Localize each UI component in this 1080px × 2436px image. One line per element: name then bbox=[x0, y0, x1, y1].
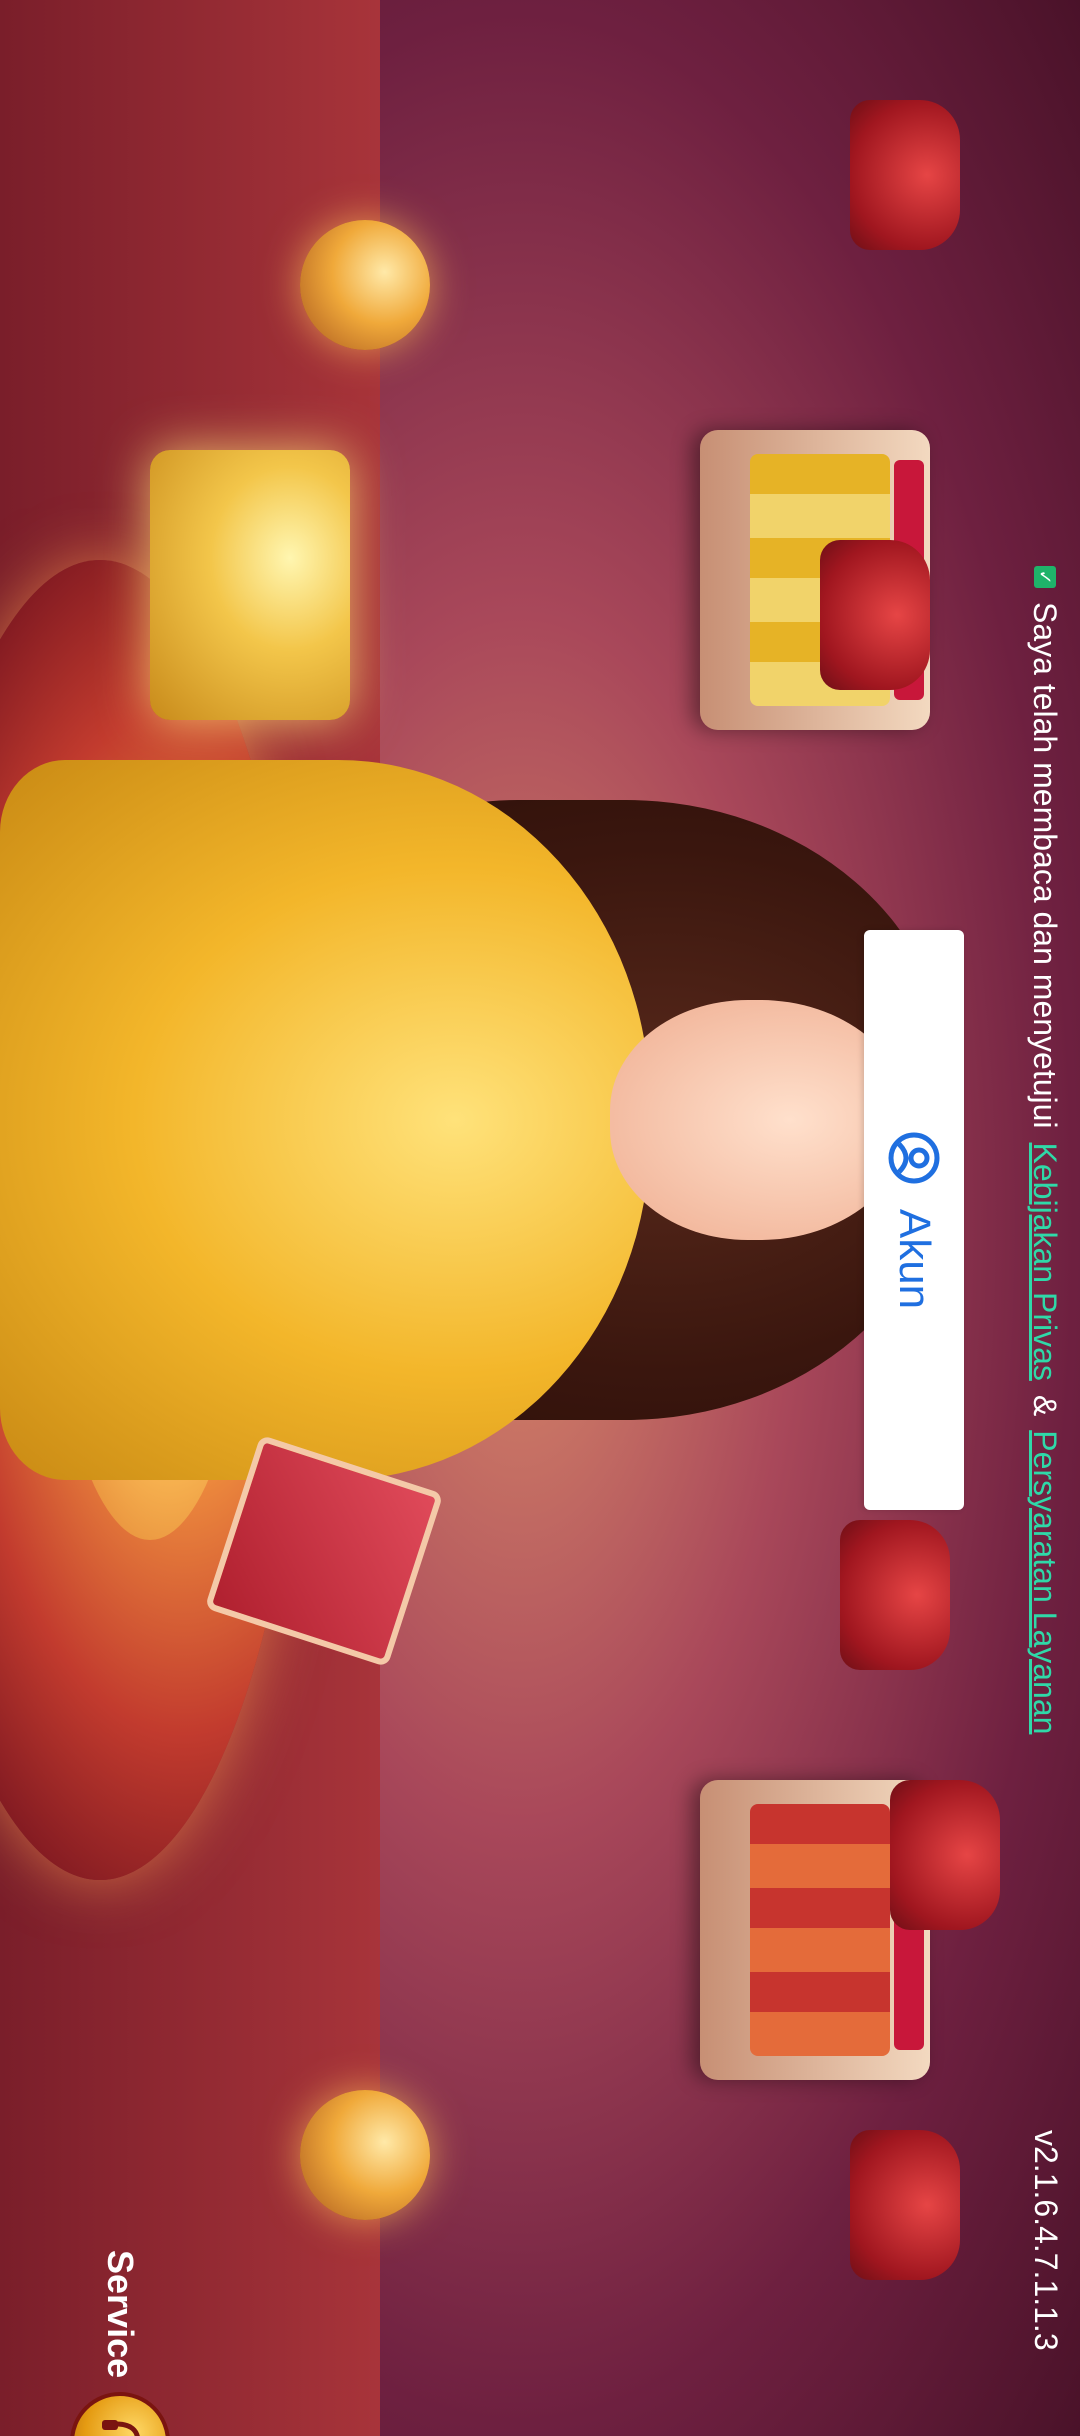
slot-machine-screen bbox=[750, 1804, 890, 2056]
chair bbox=[840, 1520, 950, 1670]
service-label: Service bbox=[100, 2250, 141, 2379]
headset-icon bbox=[70, 2392, 170, 2436]
service-button[interactable]: Service bbox=[70, 2250, 170, 2436]
consent-joiner: & bbox=[1027, 1394, 1064, 1417]
chair bbox=[850, 2130, 960, 2280]
account-login-button[interactable]: Akun bbox=[864, 930, 964, 1510]
landscape-canvas: ✓ Saya telah membaca dan menyetujui Kebi… bbox=[0, 0, 1080, 2436]
lamp bbox=[300, 2090, 430, 2220]
character-dress bbox=[0, 760, 650, 1480]
chair bbox=[850, 100, 960, 250]
lamp bbox=[300, 220, 430, 350]
consent-checkbox[interactable]: ✓ bbox=[1034, 566, 1056, 588]
chair bbox=[890, 1780, 1000, 1930]
account-icon bbox=[887, 1131, 941, 1185]
account-login-label: Akun bbox=[890, 1208, 939, 1310]
version-label: v2.1.6.4.7.1.1.3 bbox=[1028, 2130, 1064, 2351]
chair bbox=[820, 540, 930, 690]
consent-row: ✓ Saya telah membaca dan menyetujui Kebi… bbox=[1020, 566, 1070, 1734]
privacy-policy-link[interactable]: Kebijakan Privas bbox=[1027, 1143, 1064, 1381]
consent-text: Saya telah membaca dan menyetujui bbox=[1027, 602, 1064, 1129]
game-screen: ✓ Saya telah membaca dan menyetujui Kebi… bbox=[0, 0, 1080, 2436]
terms-of-service-link[interactable]: Persyaratan Layanan bbox=[1027, 1430, 1064, 1734]
treasure-chest-logo bbox=[150, 450, 350, 720]
